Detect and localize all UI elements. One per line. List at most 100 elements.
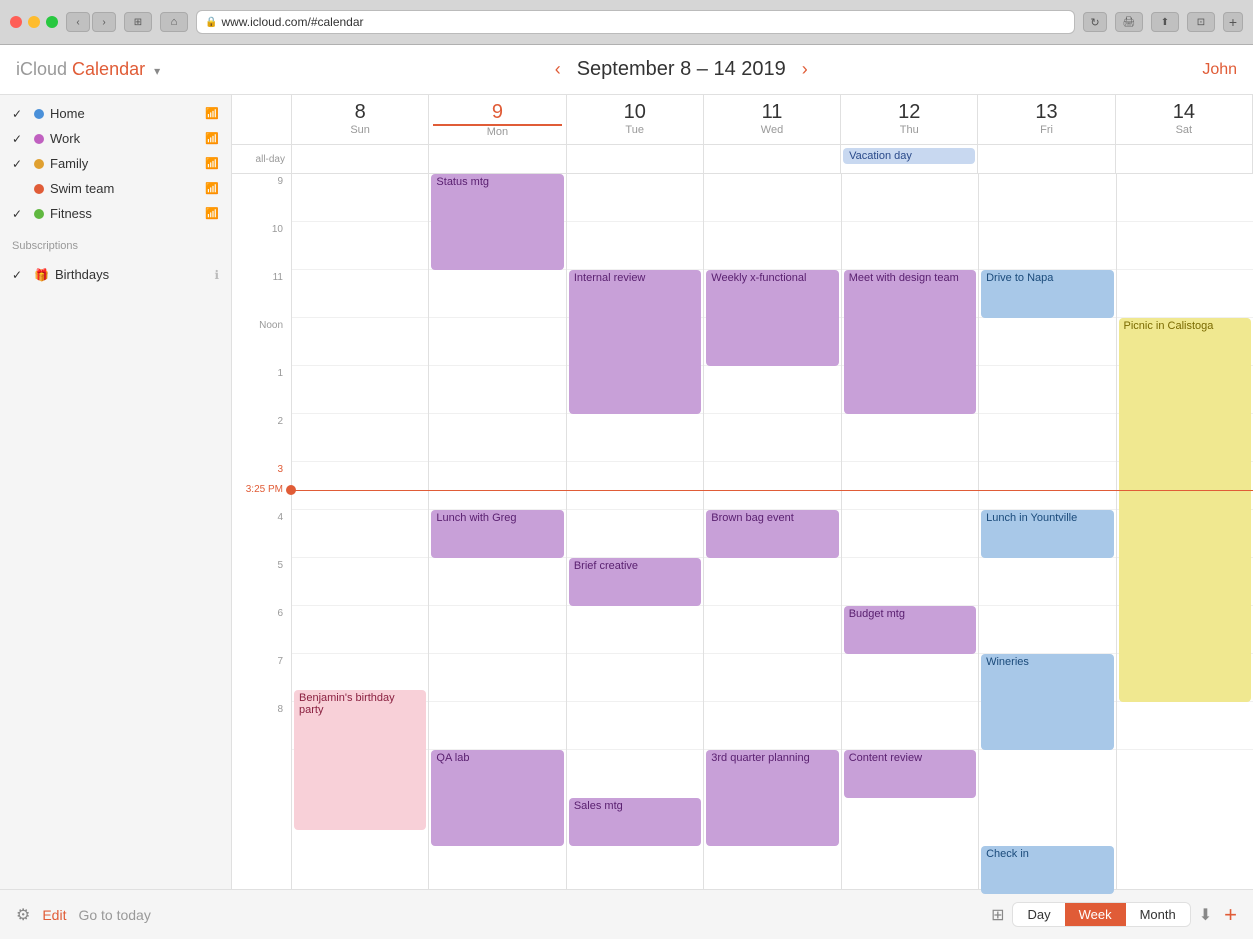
day-col-thu: Meet with design team Budget mtg Content… xyxy=(842,174,979,939)
day-num-sun: 8 xyxy=(296,101,424,124)
dot-work xyxy=(34,134,44,144)
new-tab-button[interactable]: + xyxy=(1223,12,1243,32)
check-birthdays: ✓ xyxy=(12,268,28,282)
time-5: 5 xyxy=(232,558,291,606)
close-button[interactable] xyxy=(10,16,22,28)
day-name-wed: Wed xyxy=(708,124,836,136)
calendar-grid: 9 10 11 Noon 1 2 3 4 5 6 7 8 xyxy=(232,174,1253,939)
day-name-tue: Tue xyxy=(571,124,699,136)
sidebar-item-birthdays[interactable]: ✓ 🎁 Birthdays ℹ xyxy=(0,262,231,287)
day-name-mon: Mon xyxy=(433,126,561,138)
day-num-mon: 9 xyxy=(433,101,561,126)
home-button[interactable]: ⌂ xyxy=(160,12,188,32)
event-lunch-yountville[interactable]: Lunch in Yountville xyxy=(981,510,1113,558)
event-vacation-day[interactable]: Vacation day xyxy=(843,148,975,164)
edit-button[interactable]: Edit xyxy=(42,907,66,923)
wifi-fitness: 📶 xyxy=(205,207,219,220)
calendar-title: Calendar xyxy=(72,59,145,79)
event-weekly-xfunc[interactable]: Weekly x-functional xyxy=(706,270,838,366)
day-num-sat: 14 xyxy=(1120,101,1248,124)
view-month-button[interactable]: Month xyxy=(1126,903,1190,926)
user-name: John xyxy=(1202,61,1237,79)
allday-cell-tue xyxy=(567,145,704,173)
day-header-wed: 11 Wed xyxy=(704,95,841,144)
event-content-review[interactable]: Content review xyxy=(844,750,976,798)
label-work: Work xyxy=(50,131,199,146)
day-col-sat: Picnic in Calistoga xyxy=(1117,174,1253,939)
check-family: ✓ xyxy=(12,157,28,171)
event-benjamins-birthday[interactable]: Benjamin's birthday party xyxy=(294,690,426,830)
add-event-button[interactable]: + xyxy=(1224,902,1237,928)
allday-cell-thu: Vacation day xyxy=(841,145,978,173)
event-lunch-greg[interactable]: Lunch with Greg xyxy=(431,510,563,558)
event-brown-bag[interactable]: Brown bag event xyxy=(706,510,838,558)
event-internal-review[interactable]: Internal review xyxy=(569,270,701,414)
forward-button[interactable]: › xyxy=(92,12,116,32)
subscriptions-header: Subscriptions xyxy=(0,232,231,256)
sidebar-item-home[interactable]: ✓ Home 📶 xyxy=(0,101,231,126)
event-budget-mtg[interactable]: Budget mtg xyxy=(844,606,976,654)
time-7: 7 xyxy=(232,654,291,702)
view-day-button[interactable]: Day xyxy=(1013,903,1064,926)
view-btn-group: Day Week Month xyxy=(1012,902,1190,927)
grid-view-icon[interactable]: ⊞ xyxy=(991,905,1004,925)
download-icon[interactable]: ⬇ xyxy=(1199,905,1212,925)
time-6: 6 xyxy=(232,606,291,654)
label-birthdays: Birthdays xyxy=(55,267,208,282)
date-range-label: September 8 – 14 2019 xyxy=(577,58,786,81)
event-wineries[interactable]: Wineries xyxy=(981,654,1113,750)
print-button[interactable]: 🖨 xyxy=(1115,12,1143,32)
allday-label: all-day xyxy=(256,154,285,165)
window-size-button[interactable]: ⊡ xyxy=(1187,12,1215,32)
check-home: ✓ xyxy=(12,107,28,121)
view-controls: ⊞ Day Week Month ⬇ xyxy=(991,902,1212,927)
go-today-button[interactable]: Go to today xyxy=(78,907,979,923)
back-button[interactable]: ‹ xyxy=(66,12,90,32)
day-col-sun: Benjamin's birthday party xyxy=(292,174,429,939)
day-col-wed: Weekly x-functional Brown bag event 3rd … xyxy=(704,174,841,939)
event-meet-design[interactable]: Meet with design team xyxy=(844,270,976,414)
view-week-button[interactable]: Week xyxy=(1065,903,1126,926)
day-num-wed: 11 xyxy=(708,101,836,124)
day-header-fri: 13 Fri xyxy=(978,95,1115,144)
event-check-in[interactable]: Check in xyxy=(981,846,1113,894)
sidebar: ✓ Home 📶 ✓ Work 📶 ✓ Family xyxy=(0,95,232,939)
reload-button[interactable]: ↻ xyxy=(1083,12,1107,32)
calendar-area: 8 Sun 9 Mon 10 Tue 11 Wed xyxy=(232,95,1253,939)
settings-button[interactable]: ⚙ xyxy=(16,905,30,925)
event-drive-napa[interactable]: Drive to Napa xyxy=(981,270,1113,318)
tab-button[interactable]: ⊞ xyxy=(124,12,152,32)
wifi-home: 📶 xyxy=(205,107,219,120)
event-brief-creative[interactable]: Brief creative xyxy=(569,558,701,606)
day-header-sat: 14 Sat xyxy=(1116,95,1253,144)
dropdown-icon[interactable]: ▾ xyxy=(154,64,160,78)
maximize-button[interactable] xyxy=(46,16,58,28)
dot-home xyxy=(34,109,44,119)
sidebar-item-fitness[interactable]: ✓ Fitness 📶 xyxy=(0,201,231,226)
dot-family xyxy=(34,159,44,169)
day-name-sat: Sat xyxy=(1120,124,1248,136)
day-num-tue: 10 xyxy=(571,101,699,124)
sidebar-item-swim[interactable]: ✓ Swim team 📶 xyxy=(0,176,231,201)
next-week-button[interactable]: › xyxy=(798,55,812,84)
prev-week-button[interactable]: ‹ xyxy=(551,55,565,84)
time-11: 11 xyxy=(232,270,291,318)
sidebar-item-family[interactable]: ✓ Family 📶 xyxy=(0,151,231,176)
share-button[interactable]: ⬆ xyxy=(1151,12,1179,32)
event-3rd-quarter[interactable]: 3rd quarter planning xyxy=(706,750,838,846)
day-name-sun: Sun xyxy=(296,124,424,136)
day-header-mon: 9 Mon xyxy=(429,95,566,144)
day-col-fri: Drive to Napa Lunch in Yountville Wineri… xyxy=(979,174,1116,939)
lock-icon: 🔒 xyxy=(205,17,217,28)
allday-cell-fri xyxy=(978,145,1115,173)
minimize-button[interactable] xyxy=(28,16,40,28)
wifi-swim: 📶 xyxy=(205,182,219,195)
event-picnic-calistoga[interactable]: Picnic in Calistoga xyxy=(1119,318,1251,702)
event-status-mtg[interactable]: Status mtg xyxy=(431,174,563,270)
address-bar[interactable]: 🔒 www.icloud.com/#calendar xyxy=(196,10,1075,34)
info-icon[interactable]: ℹ xyxy=(214,268,219,282)
event-sales-mtg[interactable]: Sales mtg xyxy=(569,798,701,846)
days-grid: Benjamin's birthday party Status mtg xyxy=(292,174,1253,939)
event-qa-lab[interactable]: QA lab xyxy=(431,750,563,846)
sidebar-item-work[interactable]: ✓ Work 📶 xyxy=(0,126,231,151)
